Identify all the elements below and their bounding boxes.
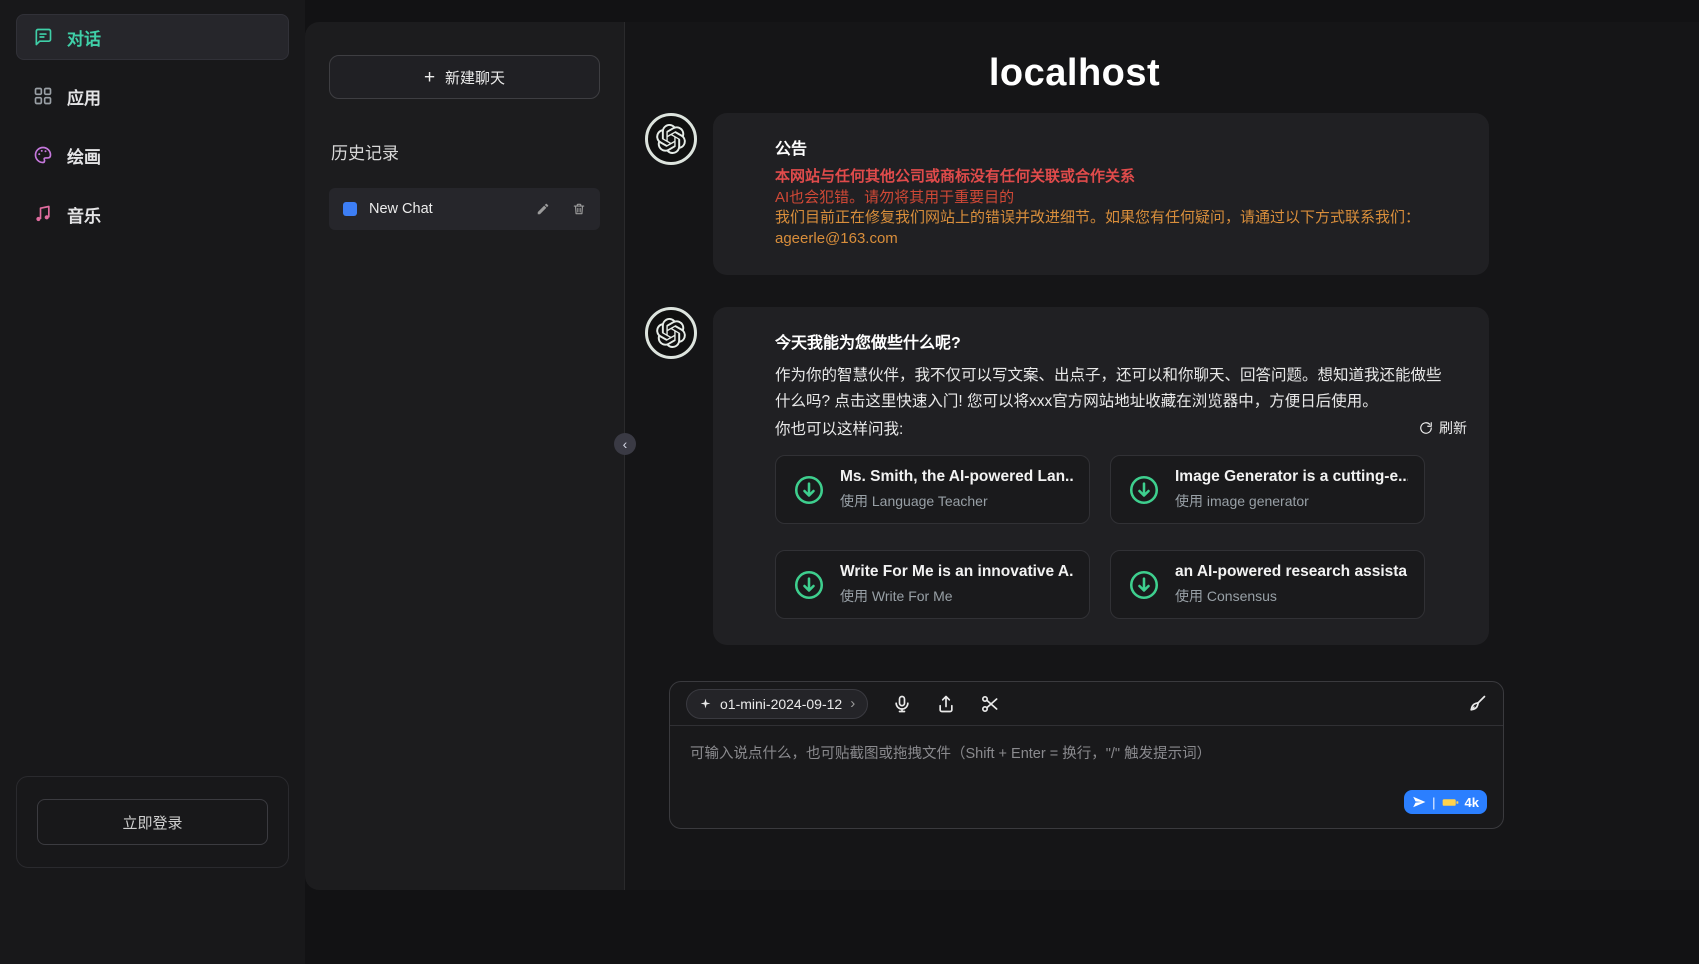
- circle-arrow-down-icon: [1127, 568, 1161, 602]
- clear-context-button[interactable]: [1467, 694, 1487, 714]
- token-count: 4k: [1465, 795, 1479, 810]
- sidebar-item-apps[interactable]: 应用: [16, 73, 289, 119]
- composer-toolbar: o1-mini-2024-09-12 ›: [670, 682, 1503, 726]
- welcome-card: 今天我能为您做些什么呢? 作为你的智慧伙伴，我不仅可以写文案、出点子，还可以和你…: [713, 307, 1489, 645]
- microphone-button[interactable]: [892, 694, 912, 714]
- suggestion-card[interactable]: Image Generator is a cutting-e... 使用 ima…: [1110, 455, 1425, 524]
- history-item[interactable]: New Chat: [329, 188, 600, 230]
- login-button[interactable]: 立即登录: [37, 799, 268, 845]
- login-panel: 立即登录: [16, 776, 289, 868]
- announcement-card: 公告 本网站与任何其他公司或商标没有任何关联或合作关系 AI也会犯错。请勿将其用…: [713, 113, 1489, 275]
- chevron-left-icon: ‹: [623, 436, 628, 452]
- message-input[interactable]: [670, 726, 1503, 790]
- chat-shell: + 新建聊天 历史记录 New Chat ‹ localhost 公告 本网站与…: [305, 22, 1699, 890]
- scissors-button[interactable]: [980, 694, 1000, 714]
- suggestion-title: Image Generator is a cutting-e...: [1175, 468, 1408, 486]
- history-panel: + 新建聊天 历史记录 New Chat: [305, 22, 625, 890]
- welcome-message: 今天我能为您做些什么呢? 作为你的智慧伙伴，我不仅可以写文案、出点子，还可以和你…: [645, 307, 1504, 645]
- suggestion-title: Ms. Smith, the AI-powered Lan...: [840, 468, 1073, 486]
- suggestion-title: an AI-powered research assista...: [1175, 563, 1408, 581]
- announcement-line: 本网站与任何其他公司或商标没有任何关联或合作关系: [775, 167, 1443, 188]
- suggestion-card[interactable]: an AI-powered research assista... 使用 Con…: [1110, 550, 1425, 619]
- suggestion-subtitle: 使用 image generator: [1175, 491, 1408, 511]
- new-chat-label: 新建聊天: [445, 67, 505, 88]
- sparkle-icon: [699, 697, 712, 710]
- music-note-icon: [33, 204, 53, 224]
- announcement-message: 公告 本网站与任何其他公司或商标没有任何关联或合作关系 AI也会犯错。请勿将其用…: [645, 113, 1504, 275]
- chevron-right-icon: ›: [850, 696, 855, 711]
- chat-bubble-icon: [33, 27, 53, 47]
- sidebar-item-label: 应用: [67, 84, 101, 109]
- sidebar-item-drawing[interactable]: 绘画: [16, 132, 289, 178]
- suggestion-title: Write For Me is an innovative A...: [840, 563, 1073, 581]
- circle-arrow-down-icon: [792, 568, 826, 602]
- sidebar: 对话 应用 绘画 音乐 立即登录: [0, 0, 305, 964]
- battery-icon: [1442, 797, 1459, 808]
- sidebar-item-chat[interactable]: 对话: [16, 14, 289, 60]
- history-section-label: 历史记录: [331, 139, 598, 164]
- model-selector[interactable]: o1-mini-2024-09-12 ›: [686, 689, 868, 719]
- history-item-title: New Chat: [369, 201, 524, 217]
- edit-chat-icon[interactable]: [536, 202, 550, 216]
- sidebar-item-music[interactable]: 音乐: [16, 191, 289, 237]
- upload-button[interactable]: [936, 694, 956, 714]
- send-button[interactable]: | 4k: [1404, 790, 1487, 814]
- send-plane-icon: [1412, 795, 1426, 809]
- chat-main: localhost 公告 本网站与任何其他公司或商标没有任何关联或合作关系 AI…: [625, 22, 1699, 890]
- assistant-avatar: [645, 307, 697, 359]
- openai-logo-icon: [656, 318, 686, 348]
- suggestion-card[interactable]: Ms. Smith, the AI-powered Lan... 使用 Lang…: [775, 455, 1090, 524]
- palette-icon: [33, 145, 53, 165]
- composer: o1-mini-2024-09-12 › | 4k: [669, 681, 1504, 829]
- refresh-icon: [1419, 421, 1433, 435]
- contact-email[interactable]: ageerle@163.com: [775, 229, 1443, 250]
- suggestion-subtitle: 使用 Language Teacher: [840, 491, 1073, 511]
- assistant-avatar: [645, 113, 697, 165]
- plus-icon: +: [424, 68, 435, 87]
- suggestion-card[interactable]: Write For Me is an innovative A... 使用 Wr…: [775, 550, 1090, 619]
- circle-arrow-down-icon: [1127, 473, 1161, 507]
- announcement-line: 我们目前正在修复我们网站上的错误并改进细节。如果您有任何疑问，请通过以下方式联系…: [775, 208, 1443, 229]
- apps-grid-icon: [33, 86, 53, 106]
- circle-arrow-down-icon: [792, 473, 826, 507]
- delete-chat-icon[interactable]: [572, 202, 586, 216]
- suggestion-grid: Ms. Smith, the AI-powered Lan... 使用 Lang…: [775, 455, 1425, 619]
- send-divider: |: [1432, 795, 1435, 810]
- chat-color-swatch: [343, 202, 357, 216]
- announcement-line: AI也会犯错。请勿将其用于重要目的: [775, 188, 1443, 209]
- refresh-button[interactable]: 刷新: [1419, 418, 1467, 438]
- welcome-body: 作为你的智慧伙伴，我不仅可以写文案、出点子，还可以和你聊天、回答问题。想知道我还…: [775, 363, 1443, 415]
- model-label: o1-mini-2024-09-12: [720, 696, 842, 712]
- announcement-title: 公告: [775, 135, 1443, 159]
- suggestion-subtitle: 使用 Consensus: [1175, 586, 1408, 606]
- ask-hint: 你也可以这样问我:: [775, 417, 903, 439]
- refresh-label: 刷新: [1439, 418, 1467, 438]
- sidebar-item-label: 对话: [67, 25, 101, 50]
- composer-footer: | 4k: [670, 790, 1503, 828]
- page-title: localhost: [645, 52, 1504, 95]
- sidebar-item-label: 音乐: [67, 202, 101, 227]
- suggestion-subtitle: 使用 Write For Me: [840, 586, 1073, 606]
- sidebar-item-label: 绘画: [67, 143, 101, 168]
- openai-logo-icon: [656, 124, 686, 154]
- new-chat-button[interactable]: + 新建聊天: [329, 55, 600, 99]
- collapse-sidebar-button[interactable]: ‹: [614, 433, 636, 455]
- welcome-title: 今天我能为您做些什么呢?: [775, 329, 1443, 353]
